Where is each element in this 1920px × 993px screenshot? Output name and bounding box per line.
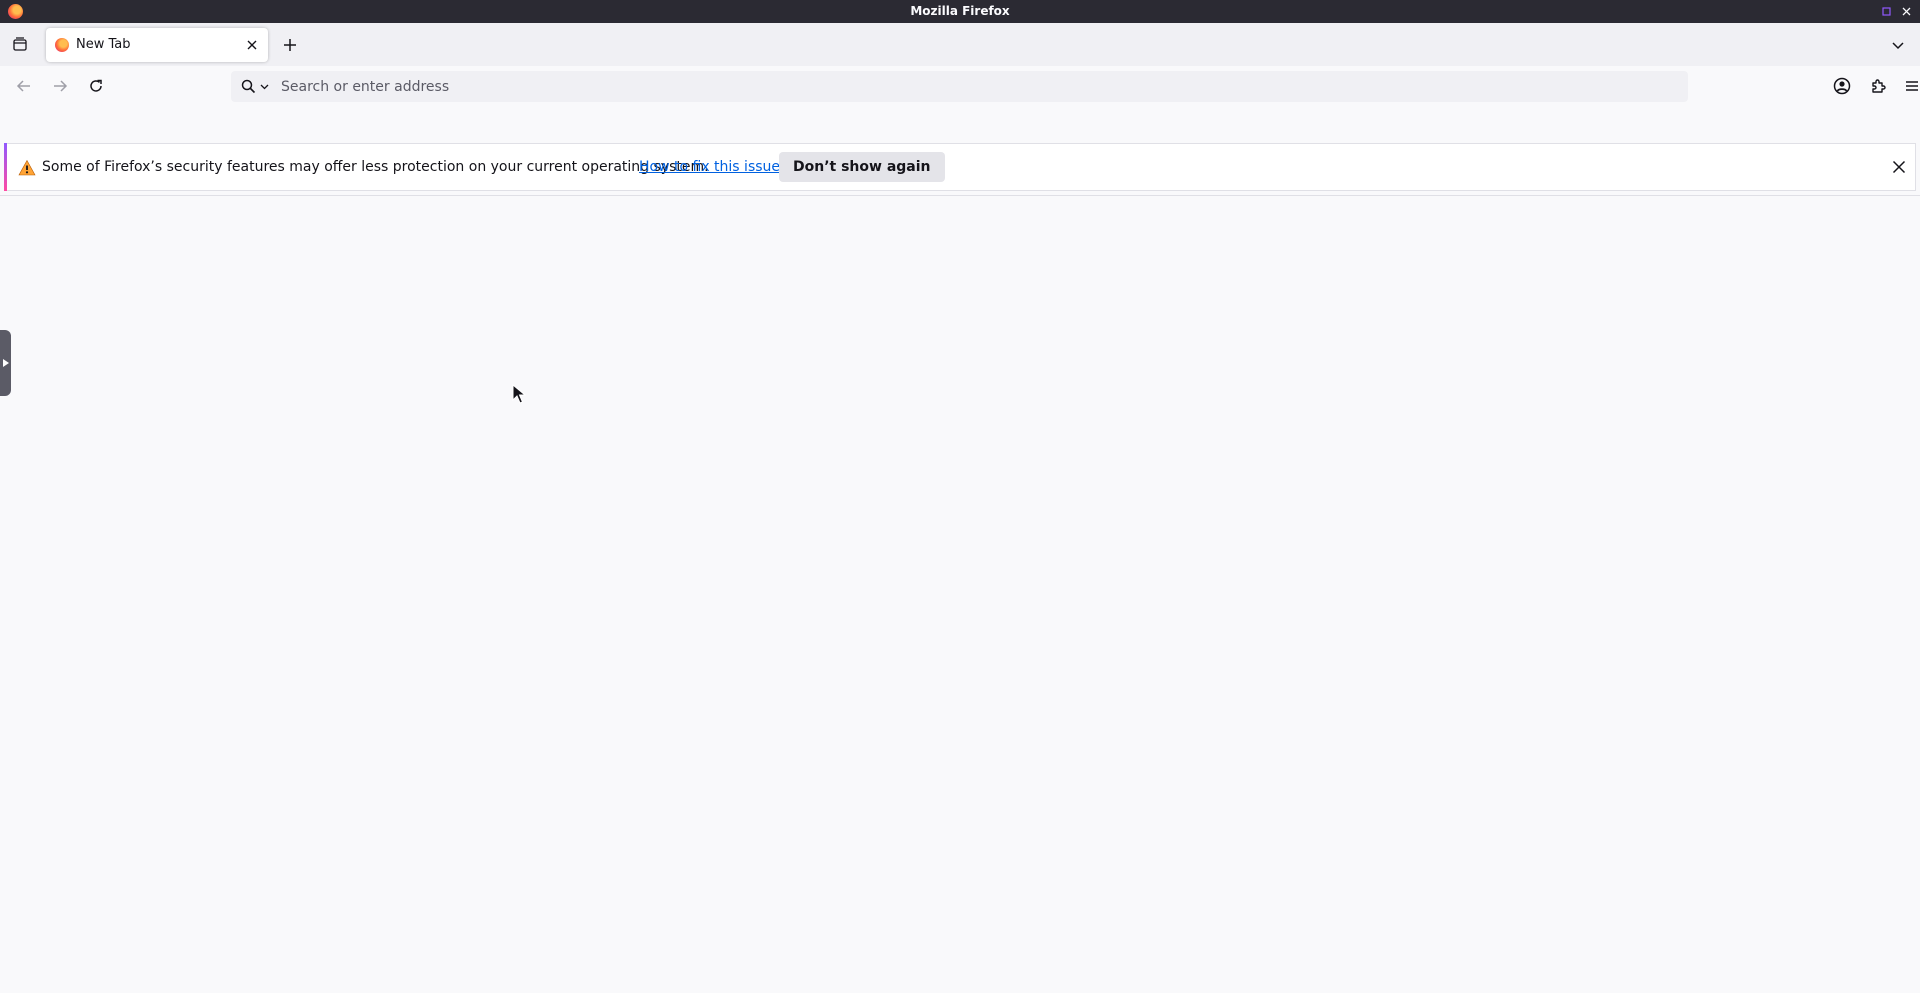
reload-icon[interactable] (80, 70, 112, 102)
page-content (0, 196, 1920, 993)
puzzle-icon[interactable] (1862, 70, 1894, 102)
dont-show-again-button[interactable]: Don’t show again (779, 152, 945, 182)
tab-close-icon[interactable] (240, 33, 264, 57)
chevron-down-icon[interactable] (1882, 29, 1914, 61)
mouse-cursor-icon (512, 383, 527, 408)
firefox-favicon-icon (55, 38, 69, 52)
maximize-icon[interactable] (1878, 3, 1894, 19)
navigation-toolbar (0, 66, 1920, 107)
window-title: Mozilla Firefox (910, 4, 1010, 18)
arrow-left-icon[interactable] (8, 70, 40, 102)
tab-label: New Tab (76, 37, 131, 52)
search-mode-switcher[interactable] (235, 74, 275, 99)
tab-strip: New Tab (0, 23, 1920, 66)
arrow-right-icon[interactable] (44, 70, 76, 102)
warning-icon (18, 159, 36, 177)
hamburger-menu-icon[interactable] (1896, 70, 1920, 102)
url-input[interactable] (281, 71, 1671, 102)
close-icon[interactable] (1883, 151, 1915, 183)
chevron-right-icon (2, 359, 9, 367)
notification-message: Some of Firefox’s security features may … (42, 159, 709, 175)
window-titlebar: Mozilla Firefox (0, 0, 1920, 23)
security-notification-bar: Some of Firefox’s security features may … (4, 143, 1916, 191)
window-close-icon[interactable] (1898, 3, 1914, 19)
plus-icon[interactable] (274, 29, 306, 61)
tab-new-tab[interactable]: New Tab (46, 28, 268, 62)
account-icon[interactable] (1826, 70, 1858, 102)
how-to-fix-link[interactable]: How to fix this issue (639, 144, 780, 190)
chevron-down-icon (260, 84, 269, 90)
search-icon (241, 79, 256, 94)
address-bar[interactable] (231, 71, 1688, 102)
sidebar-expand-handle[interactable] (0, 330, 11, 396)
tab-list-icon[interactable] (4, 28, 36, 60)
